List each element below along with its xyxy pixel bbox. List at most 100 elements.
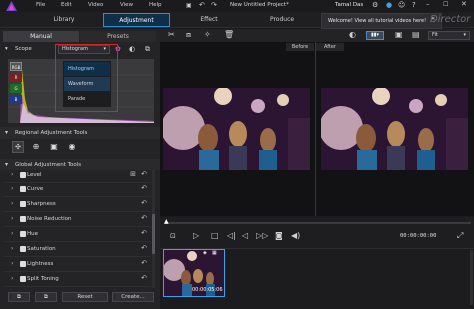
tool-row-lightness[interactable]: › Lightness ↶: [3, 258, 151, 272]
chevron-right-icon[interactable]: ›: [11, 215, 13, 222]
tab-produce[interactable]: Produce: [248, 13, 316, 27]
rewind-icon[interactable]: ◁: [242, 231, 248, 240]
tab-manual[interactable]: Manual: [3, 31, 79, 42]
reset-icon[interactable]: ↶: [141, 214, 147, 222]
level-checkbox[interactable]: [20, 172, 26, 178]
stabilize-icon[interactable]: ⧈: [186, 30, 191, 40]
channel-g[interactable]: G: [10, 84, 22, 93]
keyframe-icon[interactable]: ⊞: [130, 170, 136, 178]
split-toning-checkbox[interactable]: [20, 276, 26, 282]
user-icon[interactable]: ☺: [398, 1, 405, 9]
play-icon[interactable]: ▷: [193, 231, 199, 240]
channel-r[interactable]: R: [10, 73, 22, 82]
menu-video[interactable]: Video: [88, 2, 103, 8]
tool-row-sharpness[interactable]: › Sharpness ↶: [3, 198, 151, 212]
tab-adjustment[interactable]: Adjustment: [103, 13, 170, 27]
tool-row-split-toning[interactable]: › Split Toning ↶: [3, 273, 151, 287]
curve-checkbox[interactable]: [20, 186, 26, 192]
reset-icon[interactable]: ↶: [141, 244, 147, 252]
magic-icon[interactable]: ✧: [204, 30, 211, 39]
tutorial-toast[interactable]: Welcome! View all tutorial videos here!: [321, 13, 442, 29]
popout-icon[interactable]: ⧉: [145, 45, 150, 54]
channel-b[interactable]: B: [10, 95, 22, 104]
volume-icon[interactable]: ◀): [291, 231, 300, 240]
brush-tool-icon[interactable]: ◉: [66, 141, 78, 153]
chevron-right-icon[interactable]: ›: [11, 200, 13, 207]
tab-effect[interactable]: Effect: [175, 13, 243, 27]
noise-reduction-checkbox[interactable]: [20, 216, 26, 222]
menu-help[interactable]: Help: [149, 2, 162, 8]
reset-icon[interactable]: ↶: [141, 259, 147, 267]
help-icon[interactable]: ?: [412, 1, 416, 9]
reset-icon[interactable]: ↶: [141, 170, 147, 178]
tab-library[interactable]: Library: [30, 13, 98, 27]
reset-icon[interactable]: ↶: [141, 184, 147, 192]
notification-icon[interactable]: ●: [386, 1, 392, 9]
tool-row-hue[interactable]: › Hue ↶: [3, 228, 151, 242]
app-logo-icon[interactable]: [6, 1, 17, 11]
chevron-right-icon[interactable]: ›: [11, 230, 13, 237]
tool-row-noise-reduction[interactable]: › Noise Reduction ↶: [3, 213, 151, 227]
close-icon[interactable]: ✕: [461, 0, 467, 8]
menu-view[interactable]: View: [120, 2, 133, 8]
delete-icon[interactable]: 🗑: [224, 30, 234, 39]
stop-icon[interactable]: □: [211, 231, 219, 240]
snapshot-icon[interactable]: ▣: [395, 30, 403, 39]
filmstrip-scrollbar[interactable]: [470, 250, 473, 305]
save-icon[interactable]: ▣: [186, 2, 192, 9]
chevron-right-icon[interactable]: ›: [11, 275, 13, 282]
create-button[interactable]: Create...: [112, 292, 154, 302]
tab-presets[interactable]: Presets: [80, 31, 156, 42]
crop-icon[interactable]: ✂: [168, 30, 175, 39]
fast-forward-icon[interactable]: ▷▷: [256, 231, 268, 240]
chevron-right-icon[interactable]: ›: [11, 185, 13, 192]
tool-row-level[interactable]: › Level ⊞ ↶: [3, 169, 151, 183]
scope-collapse-icon[interactable]: ▾: [5, 46, 8, 52]
tools-scrollbar[interactable]: [152, 170, 155, 288]
scrollbar-thumb[interactable]: [152, 214, 155, 254]
mark-in-icon[interactable]: ⊡: [170, 232, 176, 240]
undo-icon[interactable]: ↶: [199, 1, 205, 9]
toggle-icon[interactable]: ◐: [129, 45, 135, 53]
previous-frame-icon[interactable]: ◁|: [227, 231, 236, 240]
zoom-fit-select[interactable]: Fit ▾: [428, 31, 470, 40]
paste-settings-button[interactable]: ⧉: [35, 292, 57, 302]
chevron-right-icon[interactable]: ›: [11, 245, 13, 252]
radial-tool-icon[interactable]: ⊕: [30, 141, 42, 153]
split-view-button[interactable]: ▮▮▾: [366, 31, 384, 40]
split-divider[interactable]: [315, 42, 316, 216]
lightness-checkbox[interactable]: [20, 261, 26, 267]
rectangle-tool-icon[interactable]: ▣: [48, 141, 60, 153]
reset-icon[interactable]: ↶: [141, 229, 147, 237]
regional-collapse-icon[interactable]: ▾: [5, 129, 8, 136]
display-icon[interactable]: ▤: [412, 30, 420, 39]
chevron-right-icon[interactable]: ›: [11, 260, 13, 267]
global-collapse-icon[interactable]: ▾: [5, 161, 8, 168]
sharpness-checkbox[interactable]: [20, 201, 26, 207]
user-name[interactable]: Tamal Das: [335, 2, 363, 8]
reset-icon[interactable]: ↶: [141, 199, 147, 207]
copy-settings-button[interactable]: ⧉: [8, 292, 30, 302]
before-video-frame: [163, 88, 310, 170]
reset-button[interactable]: Reset: [62, 292, 108, 302]
reset-icon[interactable]: ↶: [141, 274, 147, 282]
saturation-checkbox[interactable]: [20, 246, 26, 252]
timeline-scrubber[interactable]: [166, 222, 471, 224]
snapshot-camera-icon[interactable]: ◙: [275, 231, 283, 240]
minimize-icon[interactable]: –: [426, 0, 430, 8]
playhead-icon[interactable]: ▲: [164, 218, 169, 225]
menu-edit[interactable]: Edit: [61, 2, 72, 8]
compare-toggle-icon[interactable]: ◐: [349, 30, 356, 39]
fullscreen-icon[interactable]: ⤢: [457, 231, 463, 241]
redo-icon[interactable]: ↷: [211, 1, 217, 9]
mask-tool-icon[interactable]: ✣: [12, 141, 24, 153]
settings-icon[interactable]: ⚙: [372, 1, 378, 9]
tool-label: Lightness: [27, 261, 54, 267]
hue-checkbox[interactable]: [20, 231, 26, 237]
chevron-right-icon[interactable]: ›: [11, 171, 13, 178]
menu-file[interactable]: File: [36, 2, 45, 8]
tool-row-saturation[interactable]: › Saturation ↶: [3, 243, 151, 257]
maximize-icon[interactable]: ☐: [443, 1, 448, 8]
tool-row-curve[interactable]: › Curve ↶: [3, 183, 151, 197]
channel-rgb[interactable]: RGB: [10, 62, 22, 71]
